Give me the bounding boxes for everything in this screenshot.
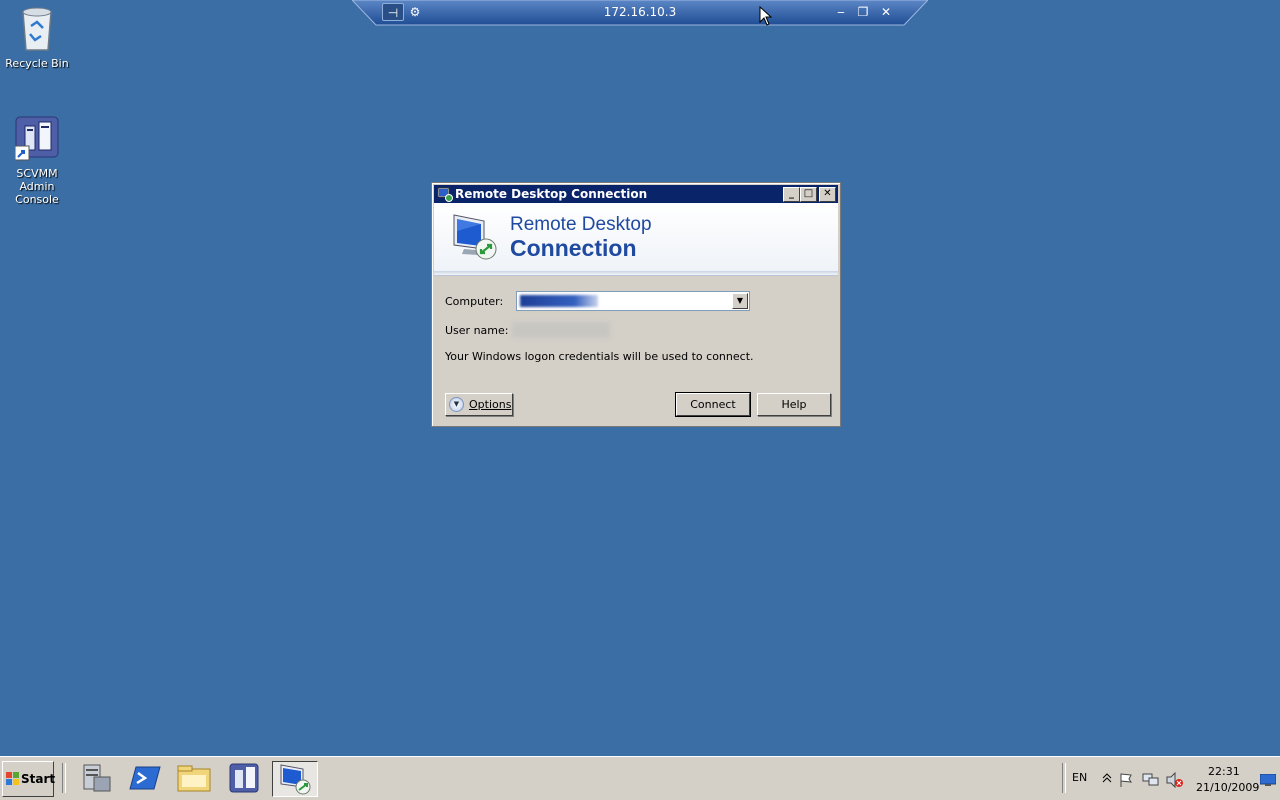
remote-desktop-connection-dialog: Remote Desktop Connection _ □ ✕ Remote D… — [431, 182, 841, 427]
recycle-bin-icon — [15, 6, 59, 54]
clock-time[interactable]: 22:31 — [1208, 765, 1240, 778]
windows-logo-icon — [6, 772, 19, 785]
remote-desktop-taskbar-button[interactable] — [272, 761, 318, 797]
remote-desktop-monitor-icon — [453, 214, 497, 260]
explorer-taskbar-button[interactable] — [172, 761, 216, 795]
options-button-label: Options — [469, 398, 512, 411]
server-manager-icon — [83, 764, 111, 792]
mouse-cursor-icon — [759, 6, 773, 26]
recycle-bin-shortcut[interactable]: Recycle Bin — [0, 6, 74, 70]
recycle-bin-label: Recycle Bin — [5, 57, 69, 70]
rdp-small-icon — [437, 187, 453, 202]
dialog-banner: Remote Desktop Connection — [434, 203, 838, 276]
computer-combobox[interactable]: ▼ — [516, 291, 750, 311]
scvmm-taskbar-button[interactable] — [222, 761, 266, 795]
expand-options-icon: ▼ — [449, 397, 464, 412]
chevron-down-icon[interactable]: ▼ — [732, 293, 748, 309]
clock-date[interactable]: 21/10/2009 — [1196, 781, 1259, 794]
banner-title-line2: Connection — [510, 235, 637, 261]
remote-desktop-icon — [280, 764, 311, 795]
powershell-taskbar-button[interactable] — [124, 761, 168, 795]
powershell-icon — [129, 766, 161, 790]
network-icon[interactable] — [1142, 772, 1160, 788]
start-button[interactable]: Start — [2, 761, 56, 797]
close-session-button[interactable]: ✕ — [877, 3, 895, 21]
dialog-title: Remote Desktop Connection — [455, 187, 648, 201]
start-label: Start — [21, 772, 56, 786]
computer-value-redacted — [520, 295, 598, 307]
tray-separator — [1062, 763, 1066, 793]
taskbar-separator — [62, 763, 66, 793]
language-indicator[interactable]: EN — [1072, 771, 1087, 784]
scvmm-admin-console-shortcut[interactable]: SCVMM Admin Console — [0, 116, 74, 206]
dialog-maximize-button[interactable]: □ — [800, 187, 817, 202]
explorer-icon — [177, 765, 211, 792]
server-manager-taskbar-button[interactable] — [76, 761, 120, 795]
rdp-connection-bar: ⊣ ⚙ 172.16.10.3 ‒ ❐ ✕ — [352, 0, 928, 26]
restore-session-button[interactable]: ❐ — [854, 3, 872, 21]
show-hidden-icons-chevron-icon[interactable] — [1102, 772, 1112, 784]
taskbar: Start EN 22:31 21/10/2009 — [0, 756, 1280, 800]
volume-muted-icon[interactable] — [1166, 772, 1184, 788]
scvmm-console-icon — [14, 116, 59, 164]
username-value-redacted — [512, 322, 610, 338]
scvmm-icon — [229, 763, 259, 793]
dialog-minimize-button[interactable]: _ — [783, 187, 800, 202]
username-label: User name: — [445, 324, 509, 337]
banner-title-line1: Remote Desktop — [510, 214, 652, 235]
connect-button[interactable]: Connect — [675, 392, 751, 417]
scvmm-admin-console-label: SCVMM Admin Console — [15, 167, 59, 206]
system-tray: EN 22:31 21/10/2009 — [1062, 757, 1280, 800]
options-button[interactable]: ▼ Options — [445, 393, 513, 416]
dialog-titlebar[interactable]: Remote Desktop Connection _ □ ✕ — [434, 185, 838, 203]
minimize-session-button[interactable]: ‒ — [832, 3, 850, 21]
computer-label: Computer: — [445, 295, 504, 308]
action-center-flag-icon[interactable] — [1118, 772, 1134, 788]
dialog-close-button[interactable]: ✕ — [819, 187, 836, 202]
show-desktop-icon[interactable] — [1260, 774, 1276, 786]
banner-divider — [434, 271, 838, 274]
help-button[interactable]: Help — [757, 393, 831, 416]
credentials-info-text: Your Windows logon credentials will be u… — [445, 350, 754, 363]
